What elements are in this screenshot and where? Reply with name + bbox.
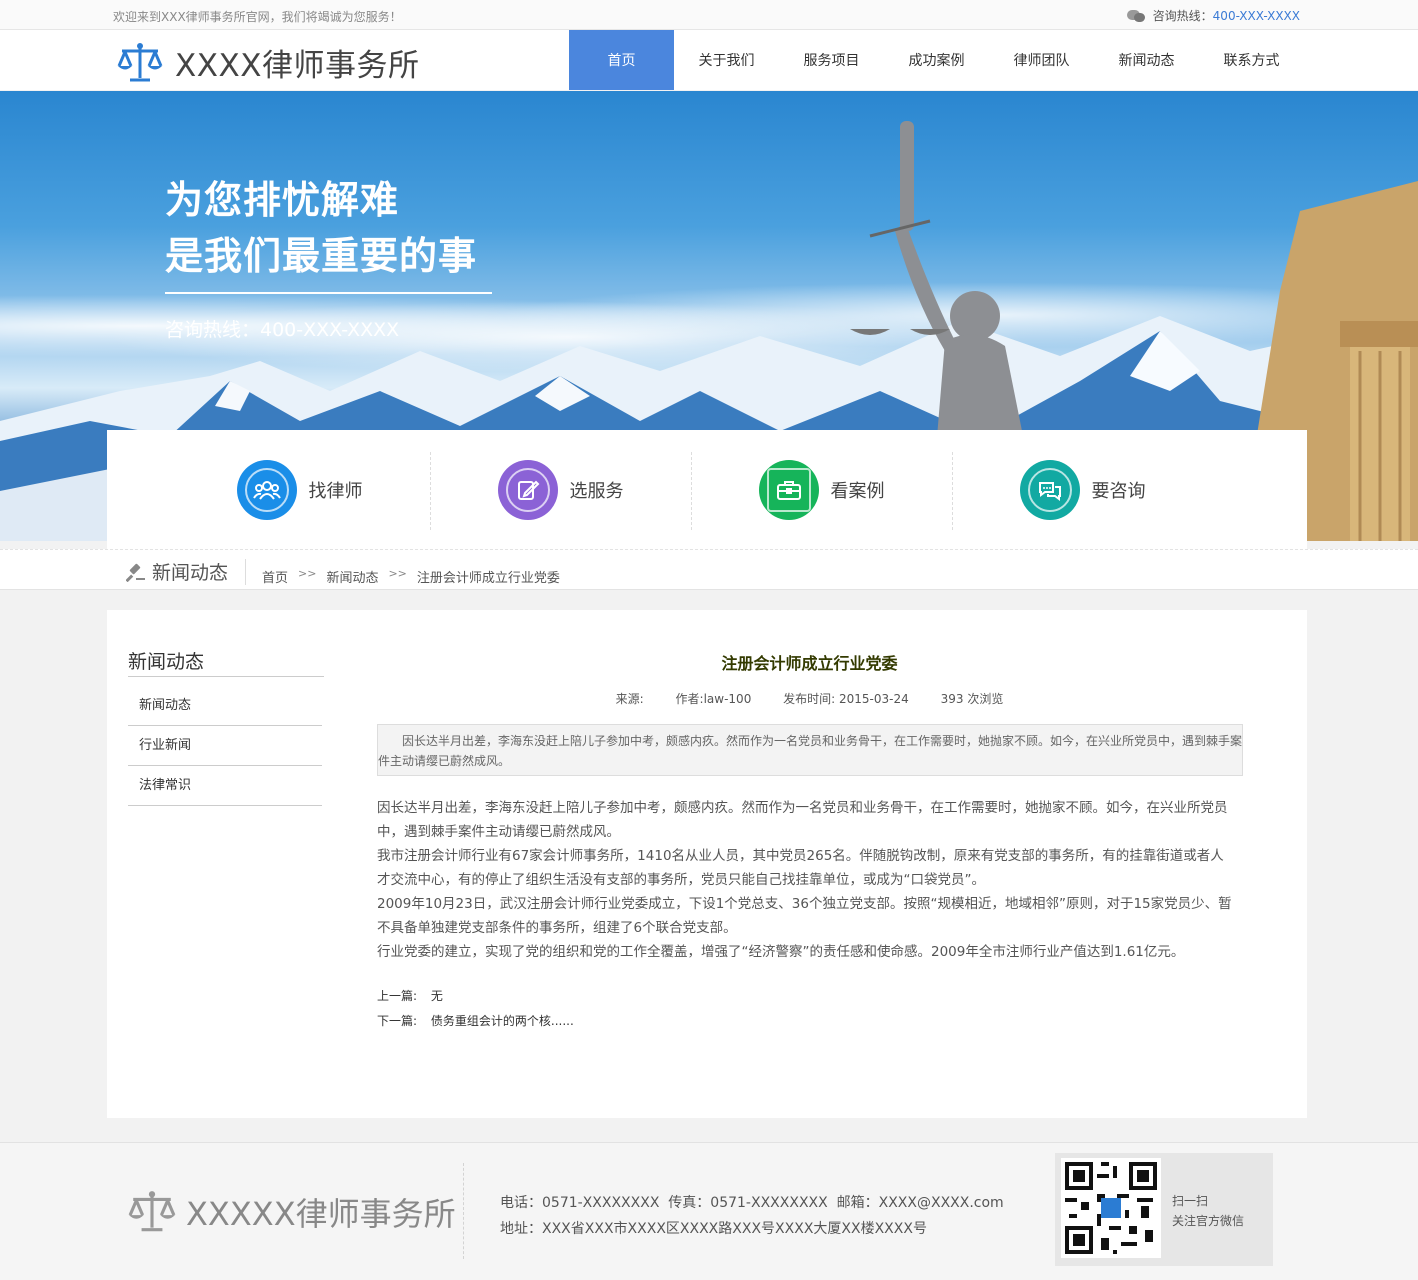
service-label: 看案例	[830, 481, 885, 502]
nav-services[interactable]: 服务项目	[779, 30, 884, 90]
article-paragraph: 行业党委的建立，实现了党的组织和党的工作全覆盖，增强了“经济警察”的责任感和使命…	[377, 944, 1185, 960]
banner-headline-1: 为您排忧解难	[165, 178, 400, 222]
service-circle	[497, 460, 558, 520]
breadcrumb-home[interactable]: 首页	[262, 567, 288, 586]
logo[interactable]: XXXX律师事务所	[117, 40, 419, 85]
people-icon	[244, 468, 289, 512]
footer-contact-line: 电话：0571-XXXXXXXX 传真：0571-XXXXXXXX 邮箱：XXX…	[500, 1195, 1004, 1211]
edit-icon	[505, 468, 550, 512]
service-view-cases[interactable]: 看案例	[691, 430, 952, 550]
sidebar-item-law[interactable]: 法律常识	[128, 766, 322, 806]
qr-caption-line1: 扫一扫	[1172, 1194, 1209, 1208]
article-source: 来源:	[615, 692, 644, 706]
service-circle	[1019, 460, 1080, 520]
chat-bubble-icon	[1126, 9, 1147, 23]
breadcrumb-sep: >>	[388, 567, 407, 580]
section-heading: 新闻动态	[126, 558, 228, 585]
nav-cases[interactable]: 成功案例	[884, 30, 989, 90]
welcome-text: 欢迎来到XXX律师事务所官网，我们将竭诚为您服务！	[113, 10, 402, 24]
service-find-lawyer[interactable]: 找律师	[169, 430, 430, 550]
qr-box: 扫一扫 关注官方微信	[1055, 1153, 1273, 1266]
sidebar-divider	[128, 676, 324, 677]
footer: XXXXX律师事务所 电话：0571-XXXXXXXX 传真：0571-XXXX…	[0, 1142, 1418, 1280]
hotline-number[interactable]: 400-XXX-XXXX	[1213, 9, 1300, 23]
sidebar-item-industry[interactable]: 行业新闻	[128, 726, 322, 766]
service-consult[interactable]: 要咨询	[952, 430, 1213, 550]
header: XXXX律师事务所 首页 关于我们 服务项目 成功案例 律师团队 新闻动态 联系…	[0, 30, 1418, 90]
scales-logo-icon	[117, 42, 163, 81]
service-shortcuts: 找律师 选服务 看案例 要咨询	[107, 430, 1307, 550]
service-choose-service[interactable]: 选服务	[430, 430, 691, 550]
breadcrumb: 首页 >> 新闻动态 >> 注册会计师成立行业党委	[262, 567, 560, 586]
nav-home[interactable]: 首页	[569, 30, 674, 90]
article-views: 393 次浏览	[940, 692, 1004, 706]
banner-hotline: 咨询热线：400-XXX-XXXX	[165, 319, 400, 341]
article-date: 发布时间: 2015-03-24	[783, 692, 909, 706]
breadcrumb-sep: >>	[298, 567, 317, 580]
breadcrumb-news[interactable]: 新闻动态	[326, 567, 378, 586]
site-name: XXXX律师事务所	[175, 48, 420, 84]
article-title: 注册会计师成立行业党委	[721, 654, 898, 673]
article-body: 因长达半月出差，李海东没赶上陪儿子参加中考，颇感内疚。然而作为一名党员和业务骨干…	[377, 796, 1233, 964]
service-circle	[758, 460, 819, 520]
content-panel: 新闻动态 新闻动态 行业新闻 法律常识 注册会计师成立行业党委 来源: 作者:l…	[107, 610, 1307, 1118]
breadcrumb-divider	[245, 559, 246, 585]
next-label: 下一篇:	[377, 1014, 418, 1028]
nav-contact[interactable]: 联系方式	[1199, 30, 1304, 90]
banner-headline-2: 是我们最重要的事	[165, 234, 478, 278]
footer-address: 地址：XXX省XXX市XXXX区XXXX路XXX号XXXX大厦XX楼XXXX号	[500, 1221, 927, 1237]
nav-about[interactable]: 关于我们	[674, 30, 779, 90]
article-paragraph: 因长达半月出差，李海东没赶上陪儿子参加中考，颇感内疚。然而作为一名党员和业务骨干…	[377, 800, 1228, 840]
gavel-icon	[126, 563, 145, 582]
hotline: 咨询热线： 400-XXX-XXXX	[1126, 7, 1300, 24]
nav-team[interactable]: 律师团队	[989, 30, 1094, 90]
article-summary: 因长达半月出差，李海东没赶上陪儿子参加中考，颇感内疚。然而作为一名党员和业务骨干…	[377, 724, 1243, 776]
article-author: 作者:law-100	[675, 692, 752, 706]
chat-icon	[1027, 468, 1072, 512]
service-label: 选服务	[569, 481, 624, 502]
article-meta: 来源: 作者:law-100 发布时间: 2015-03-24 393 次浏览	[377, 690, 1242, 707]
service-circle	[236, 460, 297, 520]
breadcrumb-current: 注册会计师成立行业党委	[416, 571, 560, 586]
footer-divider	[463, 1163, 464, 1259]
hotline-label: 咨询热线：	[1152, 9, 1213, 23]
qr-caption-line2: 关注官方微信	[1172, 1214, 1245, 1228]
prev-link[interactable]: 无	[431, 989, 443, 1003]
breadcrumb-bar: 新闻动态 首页 >> 新闻动态 >> 注册会计师成立行业党委	[0, 549, 1418, 590]
qr-caption: 扫一扫 关注官方微信	[1172, 1191, 1244, 1231]
service-label: 找律师	[308, 481, 363, 502]
footer-contact: 电话：0571-XXXXXXXX 传真：0571-XXXXXXXX 邮箱：XXX…	[500, 1190, 1004, 1242]
sidebar-title: 新闻动态	[128, 651, 205, 673]
footer-logo: XXXXX律师事务所	[128, 1189, 456, 1235]
nav-news[interactable]: 新闻动态	[1094, 30, 1199, 90]
top-bar: 欢迎来到XXX律师事务所官网，我们将竭诚为您服务！ 咨询热线： 400-XXX-…	[0, 0, 1418, 30]
sidebar-item-news[interactable]: 新闻动态	[128, 686, 322, 726]
next-link[interactable]: 债务重组会计的两个核......	[431, 1014, 574, 1028]
footer-site-name: XXXXX律师事务所	[186, 1195, 456, 1233]
main-nav: 首页 关于我们 服务项目 成功案例 律师团队 新闻动态 联系方式	[569, 30, 1304, 90]
banner-divider	[165, 292, 492, 294]
section-title: 新闻动态	[152, 562, 229, 584]
prev-article: 上一篇: 无	[377, 987, 443, 1004]
service-label: 要咨询	[1091, 481, 1146, 502]
article-paragraph: 我市注册会计师行业有67家会计师事务所，1410名从业人员，其中党员265名。伴…	[377, 848, 1224, 888]
qr-code-image	[1061, 1158, 1161, 1258]
prev-label: 上一篇:	[377, 989, 418, 1003]
article-paragraph: 2009年10月23日，武汉注册会计师行业党委成立，下设1个党总支、36个独立党…	[377, 896, 1232, 936]
next-article: 下一篇: 债务重组会计的两个核......	[377, 1012, 574, 1029]
briefcase-icon	[766, 468, 811, 512]
scales-logo-icon	[128, 1191, 176, 1232]
